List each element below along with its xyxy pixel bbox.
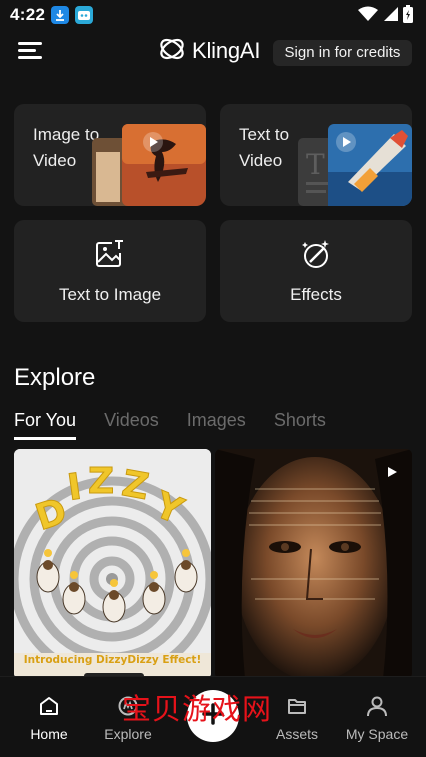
nav-my-space[interactable]: My Space: [335, 695, 419, 742]
text-to-video-card[interactable]: Text to Video T: [220, 104, 412, 206]
app-header: KlingAI Sign in for credits: [0, 30, 426, 80]
kling-logo: KlingAI: [158, 34, 261, 68]
svg-text:Z: Z: [88, 461, 114, 502]
image-to-video-card[interactable]: Image to Video: [14, 104, 206, 206]
battery-icon: [402, 5, 414, 28]
dizzy-effect-artwork: D I Z Z Y: [14, 449, 211, 679]
status-time: 4:22: [10, 5, 46, 24]
download-icon: [51, 6, 69, 24]
status-icons: [358, 5, 414, 28]
explore-heading: Explore: [14, 364, 96, 391]
home-icon: [38, 695, 60, 722]
tab-images[interactable]: Images: [187, 410, 246, 440]
text-to-image-card[interactable]: Text to Image: [14, 220, 206, 322]
kling-logo-icon: [158, 35, 186, 68]
text-to-image-icon: [94, 238, 126, 275]
dizzy-caption: Introducing DizzyDizzy Effect!: [23, 654, 202, 666]
nav-my-space-label: My Space: [345, 726, 409, 742]
sign-in-button[interactable]: Sign in for credits: [273, 40, 412, 66]
hamburger-icon: [18, 42, 42, 59]
effects-card[interactable]: Effects: [220, 220, 412, 322]
explore-tabs: For You Videos Images Shorts: [14, 410, 354, 440]
nav-home-label: Home: [30, 726, 68, 742]
nav-assets[interactable]: Assets: [255, 695, 339, 742]
image-to-video-thumbnail: [92, 124, 206, 206]
signal-icon: [382, 6, 398, 27]
text-to-image-label: Text to Image: [58, 284, 162, 304]
folder-icon: [286, 695, 308, 722]
nav-assets-label: Assets: [275, 726, 318, 742]
status-bar: 4:22: [0, 0, 426, 30]
text-to-video-thumbnail: T: [298, 124, 412, 206]
magic-wand-icon: [300, 238, 332, 275]
nav-explore-label: Explore: [104, 726, 152, 742]
feed-card-video[interactable]: [215, 449, 412, 679]
face-video-artwork: [215, 449, 412, 679]
app-notification-icon: [75, 6, 93, 24]
feed-card-dizzy[interactable]: D I Z Z Y Introducing DizzyDizzy Effect!: [14, 449, 211, 679]
user-icon: [366, 695, 388, 722]
svg-text:T: T: [306, 148, 325, 181]
explore-icon: [117, 695, 139, 722]
logo-text: KlingAI: [192, 38, 261, 63]
create-button[interactable]: [187, 690, 239, 742]
wifi-icon: [358, 6, 378, 27]
menu-button[interactable]: [16, 38, 46, 64]
nav-home[interactable]: Home: [7, 695, 91, 742]
video-play-icon: [386, 465, 398, 483]
tab-shorts[interactable]: Shorts: [274, 410, 326, 440]
nav-explore[interactable]: Explore: [86, 695, 170, 742]
tab-for-you[interactable]: For You: [14, 410, 77, 440]
effects-label: Effects: [290, 284, 342, 304]
tab-videos[interactable]: Videos: [104, 410, 159, 440]
plus-icon: [201, 702, 225, 731]
